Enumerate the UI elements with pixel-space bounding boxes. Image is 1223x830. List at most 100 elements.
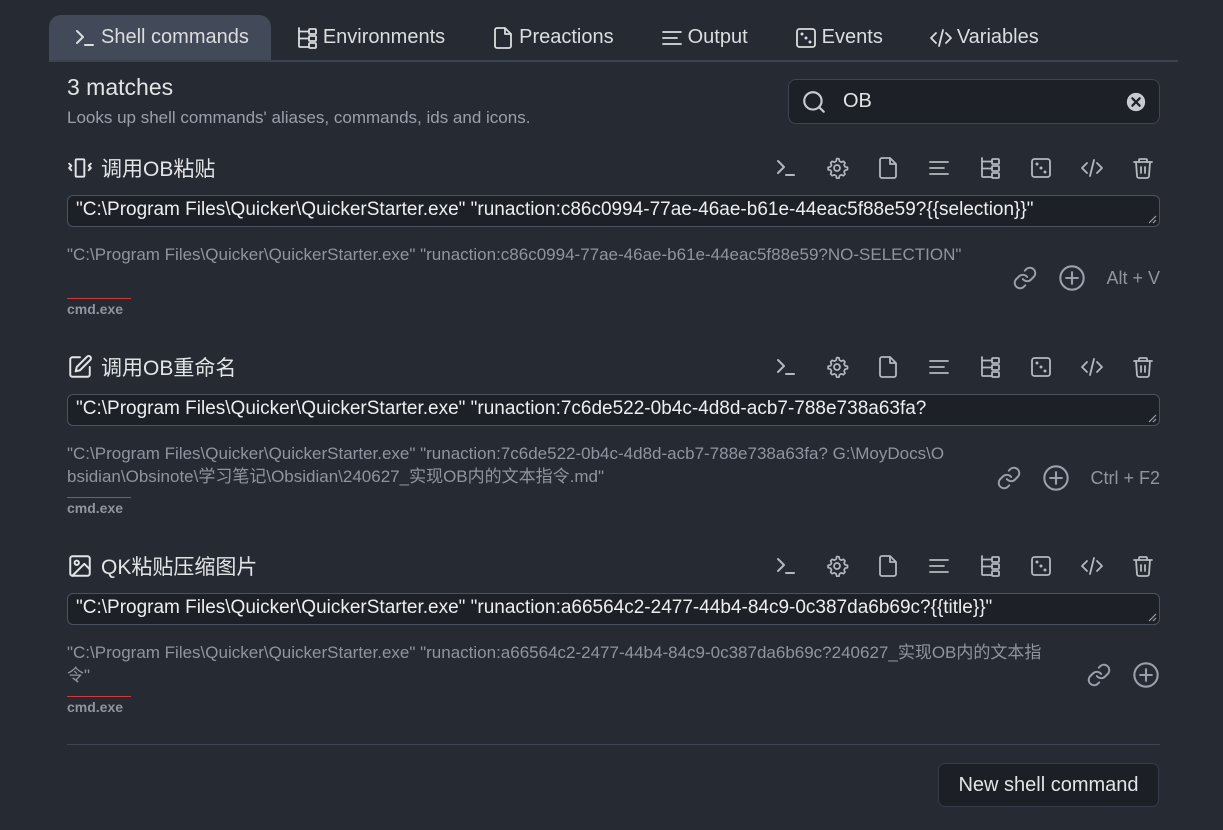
command-actions: Ctrl + F2 <box>996 464 1160 492</box>
new-shell-command-button[interactable]: New shell command <box>938 763 1159 807</box>
tree-icon <box>978 156 1002 180</box>
trash-icon <box>1131 554 1155 578</box>
environments-button[interactable] <box>973 153 1007 183</box>
search-description: Looks up shell commands' aliases, comman… <box>67 108 531 127</box>
tab-environments[interactable]: Environments <box>271 15 467 60</box>
resize-grip-icon[interactable] <box>1147 612 1157 622</box>
terminal-icon <box>73 26 97 50</box>
environments-button[interactable] <box>973 352 1007 382</box>
shell-label: cmd.exe <box>67 696 131 715</box>
code-icon <box>1080 156 1104 180</box>
gear-icon <box>825 156 849 180</box>
output-button[interactable] <box>922 352 956 382</box>
lines-icon <box>660 26 684 50</box>
command-title: QK粘贴压缩图片 <box>67 549 257 583</box>
file-icon <box>876 355 900 379</box>
command-textarea[interactable]: "C:\Program Files\Quicker\QuickerStarter… <box>67 593 1160 625</box>
dice-icon <box>1029 554 1053 578</box>
clear-search-icon[interactable] <box>1125 91 1147 113</box>
vibrate-icon <box>67 155 93 181</box>
add-icon[interactable] <box>1132 661 1160 689</box>
delete-button[interactable] <box>1126 352 1160 382</box>
tab-label: Preactions <box>519 26 614 48</box>
command-text: "C:\Program Files\Quicker\QuickerStarter… <box>76 199 1034 220</box>
resize-grip-icon[interactable] <box>1147 214 1157 224</box>
link-icon[interactable] <box>996 465 1022 491</box>
link-icon[interactable] <box>1086 662 1112 688</box>
gear-icon <box>825 554 849 578</box>
command-preview: "C:\Program Files\Quicker\QuickerStarter… <box>67 643 1042 685</box>
terminal-icon <box>774 355 798 379</box>
shell-command-item: QK粘贴压缩图片 "C:\Program Files\Quicker\Quick… <box>67 549 1160 719</box>
add-icon[interactable] <box>1042 464 1070 492</box>
lines-icon <box>927 156 951 180</box>
settings-button[interactable] <box>820 551 854 581</box>
command-text: "C:\Program Files\Quicker\QuickerStarter… <box>76 398 927 419</box>
tab-label: Events <box>821 26 883 48</box>
image-icon <box>67 553 93 579</box>
command-toolbar <box>769 352 1160 382</box>
command-alias: QK粘贴压缩图片 <box>101 556 258 579</box>
delete-button[interactable] <box>1126 153 1160 183</box>
command-actions <box>1086 661 1160 689</box>
search-icon <box>801 89 827 115</box>
variables-button[interactable] <box>1075 352 1109 382</box>
command-toolbar <box>769 551 1160 581</box>
command-preview: "C:\Program Files\Quicker\QuickerStarter… <box>67 245 962 264</box>
delete-button[interactable] <box>1126 551 1160 581</box>
lines-icon <box>927 554 951 578</box>
events-button[interactable] <box>1024 551 1058 581</box>
events-button[interactable] <box>1024 352 1058 382</box>
command-toolbar <box>769 153 1160 183</box>
variables-button[interactable] <box>1075 551 1109 581</box>
dice-icon <box>794 26 818 50</box>
hotkey[interactable]: Ctrl + F2 <box>1090 468 1160 489</box>
tab-label: Shell commands <box>101 26 249 48</box>
gear-icon <box>825 355 849 379</box>
environments-button[interactable] <box>973 551 1007 581</box>
edit-icon <box>67 354 93 380</box>
tab-label: Environments <box>322 26 446 48</box>
lines-icon <box>927 355 951 379</box>
match-count: 3 matches <box>67 74 174 100</box>
shell-command-item: 调用OB重命名 "C:\Program Files\Quicker\Quicke… <box>67 350 1160 520</box>
search-value: OB <box>843 90 872 112</box>
add-icon[interactable] <box>1058 264 1086 292</box>
settings-button[interactable] <box>820 153 854 183</box>
file-icon <box>491 26 515 50</box>
command-textarea[interactable]: "C:\Program Files\Quicker\QuickerStarter… <box>67 394 1160 426</box>
hotkey[interactable]: Alt + V <box>1106 268 1160 289</box>
terminal-button[interactable] <box>769 352 803 382</box>
tab-output[interactable]: Output <box>636 15 770 60</box>
tab-preactions[interactable]: Preactions <box>467 15 636 60</box>
settings-button[interactable] <box>820 352 854 382</box>
terminal-icon <box>774 554 798 578</box>
shell-label: cmd.exe <box>67 497 131 516</box>
output-button[interactable] <box>922 153 956 183</box>
variables-button[interactable] <box>1075 153 1109 183</box>
tree-icon <box>978 355 1002 379</box>
terminal-button[interactable] <box>769 551 803 581</box>
terminal-button[interactable] <box>769 153 803 183</box>
events-button[interactable] <box>1024 153 1058 183</box>
trash-icon <box>1131 156 1155 180</box>
dice-icon <box>1029 355 1053 379</box>
command-title: 调用OB重命名 <box>67 350 236 384</box>
preactions-button[interactable] <box>871 352 905 382</box>
tab-events[interactable]: Events <box>770 15 905 60</box>
divider <box>67 744 1160 745</box>
search-input[interactable]: OB <box>788 79 1160 124</box>
command-textarea[interactable]: "C:\Program Files\Quicker\QuickerStarter… <box>67 195 1160 227</box>
file-icon <box>876 554 900 578</box>
dice-icon <box>1029 156 1053 180</box>
resize-grip-icon[interactable] <box>1147 413 1157 423</box>
tab-variables[interactable]: Variables <box>905 15 1061 60</box>
shell-label: cmd.exe <box>67 298 131 317</box>
output-button[interactable] <box>922 551 956 581</box>
link-icon[interactable] <box>1012 265 1038 291</box>
preactions-button[interactable] <box>871 153 905 183</box>
tab-label: Variables <box>956 26 1039 48</box>
terminal-icon <box>774 156 798 180</box>
preactions-button[interactable] <box>871 551 905 581</box>
tab-shell-commands[interactable]: Shell commands <box>49 15 271 60</box>
